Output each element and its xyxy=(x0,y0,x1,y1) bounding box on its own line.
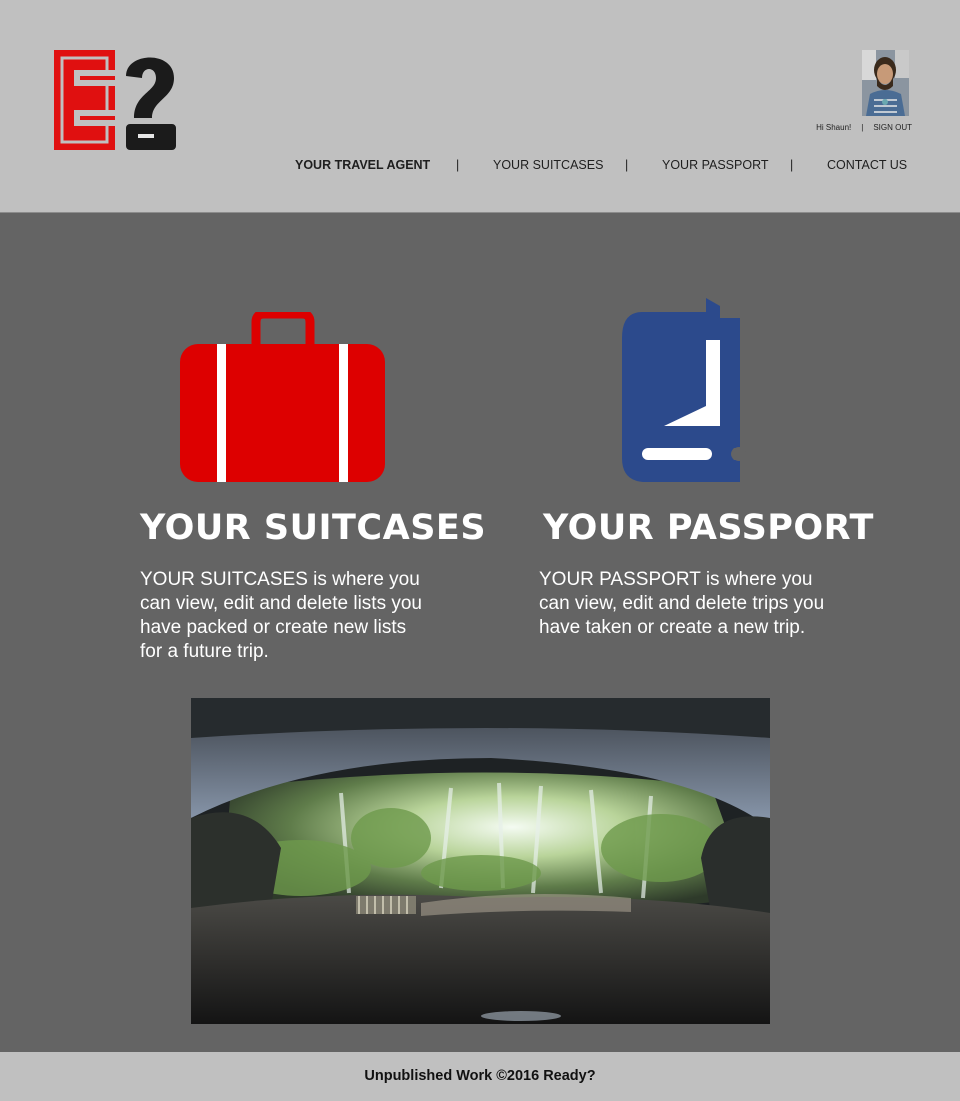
nav-item-travel-agent[interactable]: YOUR TRAVEL AGENT xyxy=(295,158,430,172)
site-header: Hi Shaun! | SIGN OUT YOUR TRAVEL AGENT |… xyxy=(0,0,960,213)
cave-photo xyxy=(191,698,770,1024)
sign-out-link[interactable]: SIGN OUT xyxy=(873,123,912,132)
logo-question-icon xyxy=(126,57,176,150)
footer-copyright: Unpublished Work ©2016 Ready? xyxy=(364,1068,596,1084)
nav-item-passport[interactable]: YOUR PASSPORT xyxy=(662,158,769,172)
logo-e-icon xyxy=(54,50,115,150)
nav-separator: | xyxy=(790,158,794,172)
passport-title[interactable]: YOUR PASSPORT xyxy=(543,508,874,548)
suitcases-description: YOUR SUITCASES is where you can view, ed… xyxy=(140,569,423,662)
user-avatar[interactable] xyxy=(862,50,909,116)
user-bar: Hi Shaun! | SIGN OUT xyxy=(790,123,912,132)
suitcase-icon[interactable] xyxy=(180,312,386,484)
nav-separator: | xyxy=(456,158,460,172)
site-footer: Unpublished Work ©2016 Ready? xyxy=(0,1052,960,1101)
nav-item-contact[interactable]: CONTACT US xyxy=(827,158,907,172)
nav-separator: | xyxy=(625,158,629,172)
logo[interactable] xyxy=(54,46,176,152)
passport-description: YOUR PASSPORT is where you can view, edi… xyxy=(539,569,825,638)
greeting-text: Hi Shaun! xyxy=(816,123,852,132)
user-bar-separator: | xyxy=(861,123,864,132)
nav-item-suitcases[interactable]: YOUR SUITCASES xyxy=(493,158,603,172)
passport-icon[interactable] xyxy=(622,298,748,484)
suitcases-title[interactable]: YOUR SUITCASES xyxy=(140,508,486,548)
